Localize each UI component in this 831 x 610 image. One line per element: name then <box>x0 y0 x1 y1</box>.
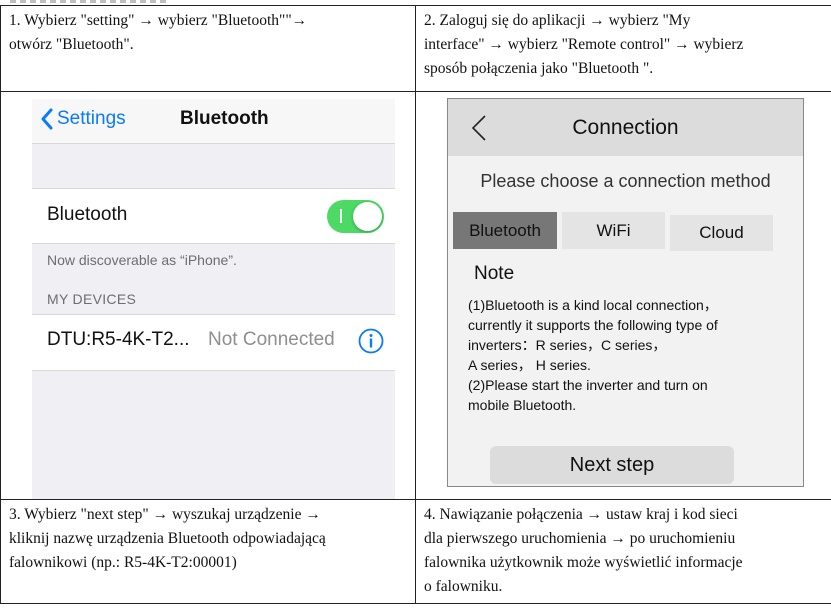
step-2-text: 2. Zaloguj się do aplikacji → wybierz "M… <box>416 6 831 81</box>
device-row[interactable]: DTU:R5-4K-T2... Not Connected <box>32 314 395 371</box>
step-3-text: 3. Wybierz "next step" → wyszukaj urządz… <box>1 500 415 575</box>
note-line: inverters：R series，C series， <box>468 337 667 353</box>
tab-wifi[interactable]: WiFi <box>562 212 665 249</box>
step-2-line: 2. Zaloguj się do aplikacji → wybierz "M… <box>424 12 691 29</box>
note-line: mobile Bluetooth. <box>468 397 577 413</box>
ios-bluetooth-screen: Settings Bluetooth Bluetooth Now discove… <box>32 99 395 499</box>
step-4-line: falownika użytkownik może wyświetlić inf… <box>424 554 743 571</box>
step-4-text: 4. Nawiązanie połączenia → ustaw kraj i … <box>416 500 831 599</box>
clipped-heading-remnant <box>10 0 170 3</box>
instruction-table: 1. Wybierz "setting" → wybierz "Bluetoot… <box>0 5 831 604</box>
step-4-line: 4. Nawiązanie połączenia → ustaw kraj i … <box>424 506 738 523</box>
step-4-line: dla pierwszego uruchomienia → po uruchom… <box>424 530 736 547</box>
step-3-cell: 3. Wybierz "next step" → wyszukaj urządz… <box>0 499 416 604</box>
note-line: currently it supports the following type… <box>468 317 718 333</box>
app-title: Connection <box>572 116 679 139</box>
tab-bluetooth[interactable]: Bluetooth <box>453 212 557 249</box>
connection-prompt: Please choose a connection method <box>480 171 771 191</box>
step-1-line: otwórz "Bluetooth". <box>9 36 134 53</box>
app-screenshot-cell: Connection Please choose a connection me… <box>415 91 831 500</box>
step-3-line: falownikowi (np.: R5-4K-T2:00001) <box>9 554 237 571</box>
discoverable-note: Now discoverable as “iPhone”. <box>47 252 237 268</box>
step-2-line: sposób połączenia jako "Bluetooth ". <box>424 60 654 77</box>
step-1-line: 1. Wybierz "setting" → wybierz "Bluetoot… <box>9 12 308 29</box>
step-1-cell: 1. Wybierz "setting" → wybierz "Bluetoot… <box>0 5 416 92</box>
device-status: Not Connected <box>208 329 335 350</box>
bluetooth-toggle[interactable] <box>327 200 384 233</box>
bluetooth-toggle-row: Bluetooth <box>32 188 395 244</box>
step-4-line: o falowniku. <box>424 578 503 595</box>
step-2-cell: 2. Zaloguj się do aplikacji → wybierz "M… <box>415 5 831 92</box>
step-2-line: interface" → wybierz "Remote control" → … <box>424 36 744 53</box>
toggle-on-mark <box>340 209 342 223</box>
note-line: (1)Bluetooth is a kind local connection， <box>468 297 718 313</box>
next-step-button[interactable]: Next step <box>490 446 734 484</box>
info-icon[interactable] <box>358 328 384 354</box>
step-4-cell: 4. Nawiązanie połączenia → ustaw kraj i … <box>415 499 831 604</box>
my-devices-header: MY DEVICES <box>47 291 137 307</box>
note-body: (1)Bluetooth is a kind local connection，… <box>468 295 788 415</box>
settings-back-button[interactable]: Settings <box>40 108 126 130</box>
app-header: Connection <box>448 99 803 156</box>
back-label: Settings <box>57 108 126 129</box>
step-3-line: 3. Wybierz "next step" → wyszukaj urządz… <box>9 506 321 523</box>
toggle-knob <box>353 202 382 231</box>
app-connection-screen: Connection Please choose a connection me… <box>447 98 804 487</box>
chevron-left-icon <box>41 108 53 130</box>
note-line: A series， H series. <box>468 357 591 373</box>
note-title: Note <box>474 263 515 284</box>
note-line: (2)Please start the inverter and turn on <box>468 377 708 393</box>
step-1-text: 1. Wybierz "setting" → wybierz "Bluetoot… <box>1 6 415 57</box>
ios-screenshot-cell: Settings Bluetooth Bluetooth Now discove… <box>0 91 416 500</box>
step-3-line: kliknij nazwę urządzenia Bluetooth odpow… <box>9 530 326 547</box>
bluetooth-label: Bluetooth <box>47 204 128 225</box>
device-name: DTU:R5-4K-T2... <box>47 329 190 350</box>
ios-page-title: Bluetooth <box>180 108 269 129</box>
tab-cloud[interactable]: Cloud <box>670 215 773 251</box>
ios-nav-bar: Settings Bluetooth <box>32 99 395 144</box>
